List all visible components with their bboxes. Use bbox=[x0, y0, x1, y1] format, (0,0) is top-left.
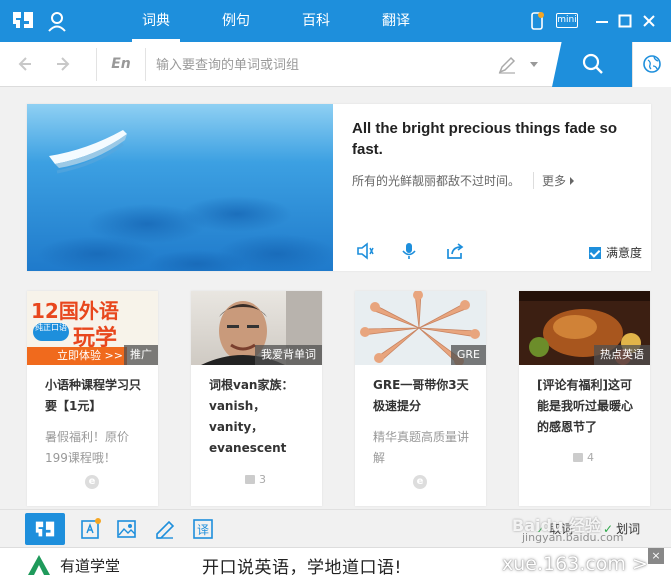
card-title[interactable]: [评论有福利]这可能是我听过最暖心的感恩节了 bbox=[537, 375, 637, 438]
like-count-value: 4 bbox=[587, 451, 594, 464]
card-description: 暑假福利！原价199课程哦！ bbox=[45, 430, 130, 465]
card-tag: GRE bbox=[450, 345, 486, 365]
content-card-promo[interactable]: 12国外语 纯正口语 玩学 立即体验 >> 推广 小语种课程学习只要【1元】 暑… bbox=[27, 291, 158, 506]
forward-arrow-icon[interactable] bbox=[54, 54, 74, 74]
thumbs-up-icon bbox=[245, 475, 255, 484]
satisfaction-checkbox[interactable]: 满意度 bbox=[589, 244, 642, 261]
handwriting-dropdown-caret[interactable] bbox=[530, 62, 538, 67]
card-title[interactable]: GRE一哥带你3天极速提分 bbox=[373, 375, 473, 417]
ad-slogan: 开口说英语，学地道口语! bbox=[202, 558, 402, 578]
speaker-icon[interactable] bbox=[355, 241, 375, 261]
share-icon[interactable] bbox=[445, 241, 465, 261]
card-title[interactable]: 词根van家族：vanish，vanity，evanescent bbox=[209, 375, 309, 459]
card-tag: 热点英语 bbox=[594, 345, 650, 365]
content-card-vocab[interactable]: 我爱背单词 词根van家族：vanish，vanity，evanescent 3 bbox=[191, 291, 322, 506]
pen-write-icon[interactable] bbox=[154, 518, 176, 540]
minimize-icon[interactable] bbox=[593, 12, 611, 30]
web-search-button[interactable] bbox=[632, 42, 671, 87]
card-title[interactable]: 小语种课程学习只要【1元】 bbox=[45, 375, 145, 417]
ad-url[interactable]: xue.163.com > bbox=[502, 553, 648, 575]
promo-image-badge: 纯正口语 bbox=[33, 323, 69, 341]
hero-sea-image bbox=[27, 104, 333, 271]
microphone-icon[interactable] bbox=[399, 241, 419, 261]
ad-close-button[interactable]: × bbox=[648, 548, 664, 564]
card-image-turkey: 热点英语 bbox=[519, 291, 650, 365]
ad-brand: 有道学堂 bbox=[60, 557, 121, 575]
handwriting-icon[interactable] bbox=[497, 55, 517, 75]
checkbox-checked-icon[interactable] bbox=[589, 247, 601, 259]
mini-mode-button[interactable]: mini bbox=[556, 13, 578, 28]
search-button[interactable] bbox=[552, 42, 632, 87]
card-image-hands: GRE bbox=[355, 291, 486, 365]
search-bar: En bbox=[0, 42, 671, 87]
phone-icon[interactable] bbox=[530, 12, 548, 30]
youdao-logo[interactable] bbox=[10, 8, 36, 34]
tab-dictionary[interactable]: 词典 bbox=[126, 0, 186, 42]
tab-encyclopedia[interactable]: 百科 bbox=[286, 0, 346, 42]
maximize-icon[interactable] bbox=[616, 12, 634, 30]
card-image-promo: 12国外语 纯正口语 玩学 立即体验 >> 推广 bbox=[27, 291, 158, 365]
title-bar: 词典 例句 百科 翻译 mini bbox=[0, 0, 671, 42]
content-card-hot-english[interactable]: 热点英语 [评论有福利]这可能是我听过最暖心的感恩节了 4 bbox=[519, 291, 650, 506]
more-link[interactable]: 更多 bbox=[533, 172, 574, 189]
word-card-icon[interactable] bbox=[80, 518, 102, 540]
promo-image-cta: 立即体验 >> bbox=[27, 347, 127, 365]
tab-translate[interactable]: 翻译 bbox=[366, 0, 426, 42]
source-e-icon: e bbox=[413, 475, 427, 489]
card-description: 精华真题高质量讲解 bbox=[373, 430, 470, 465]
satisfaction-label: 满意度 bbox=[606, 246, 643, 260]
user-icon[interactable] bbox=[46, 10, 68, 32]
language-selector[interactable]: En bbox=[96, 48, 146, 81]
like-count[interactable]: 4 bbox=[573, 451, 594, 464]
ad-banner[interactable]: 有道学堂 开口说英语，学地道口语! xue.163.com > × bbox=[0, 547, 671, 581]
daily-sentence-english[interactable]: All the bright precious things fade so f… bbox=[352, 118, 642, 160]
like-count[interactable]: 3 bbox=[245, 473, 266, 486]
card-tag: 推广 bbox=[124, 345, 158, 365]
back-arrow-icon[interactable] bbox=[14, 54, 34, 74]
like-count-value: 3 bbox=[259, 473, 266, 486]
thumbs-up-icon bbox=[573, 453, 583, 462]
daily-sentence-chinese: 所有的光鲜靓丽都敌不过时间。 bbox=[352, 174, 521, 188]
svg-text:译: 译 bbox=[197, 523, 209, 537]
youdao-xuetang-logo-icon bbox=[26, 553, 52, 577]
source-e-icon: e bbox=[85, 475, 99, 489]
close-icon[interactable] bbox=[640, 12, 658, 30]
content-card-gre[interactable]: GRE GRE一哥带你3天极速提分 精华真题高质量讲解 e bbox=[355, 291, 486, 506]
translate-icon[interactable]: 译 bbox=[192, 518, 214, 540]
tab-examples[interactable]: 例句 bbox=[206, 0, 266, 42]
youdao-home-icon[interactable] bbox=[25, 513, 65, 545]
card-tag: 我爱背单词 bbox=[255, 345, 322, 365]
search-input[interactable] bbox=[156, 50, 486, 79]
daily-sentence-card: All the bright precious things fade so f… bbox=[27, 104, 651, 271]
card-image-portrait: 我爱背单词 bbox=[191, 291, 322, 365]
baidu-watermark-url: jingyan.baidu.com bbox=[522, 531, 624, 544]
image-translate-icon[interactable] bbox=[116, 518, 138, 540]
